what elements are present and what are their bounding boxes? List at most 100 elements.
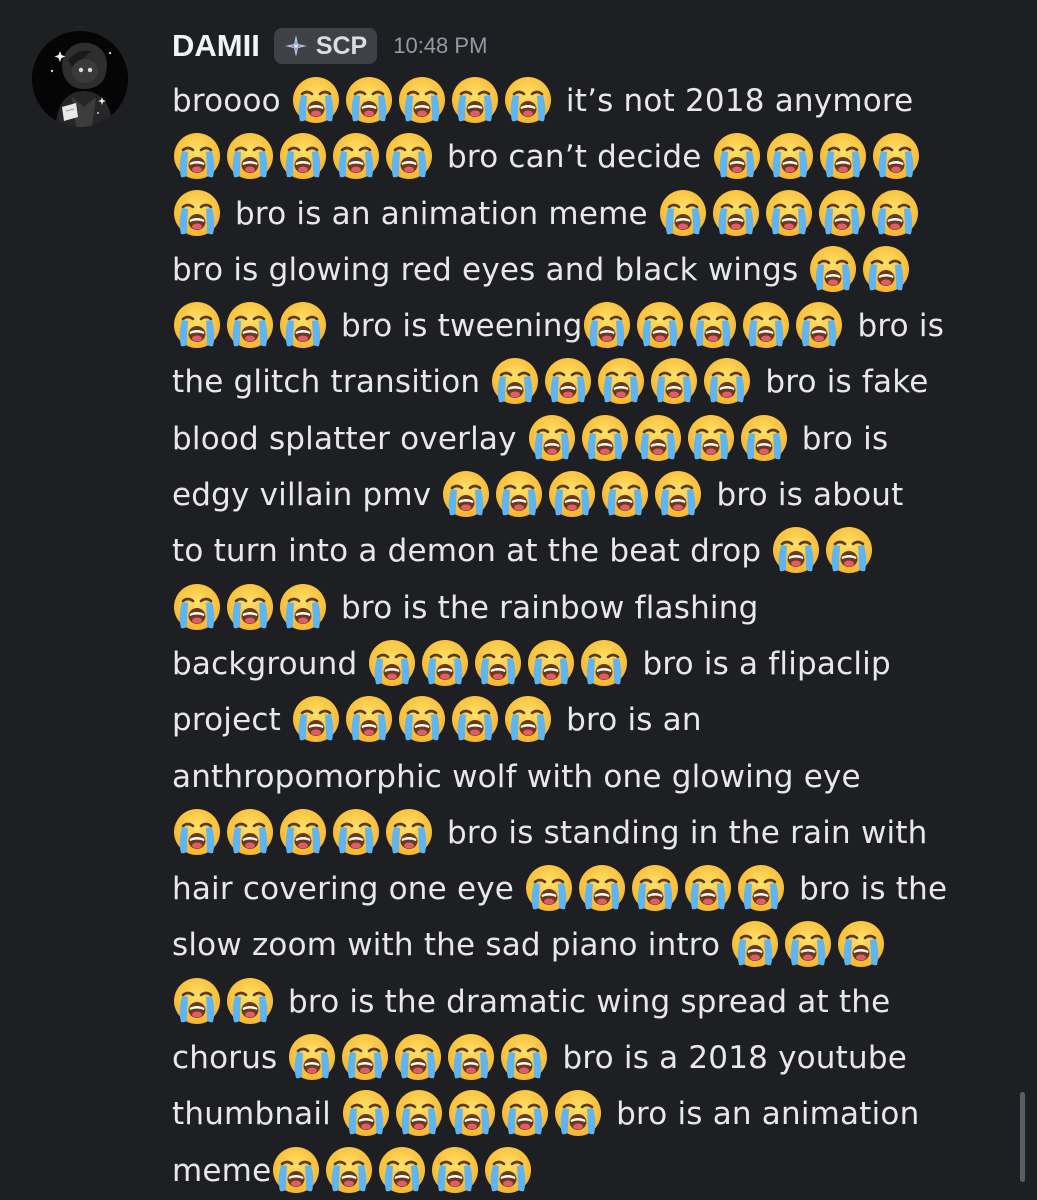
loudly-crying-face-icon[interactable] [225, 582, 275, 632]
loudly-crying-face-icon[interactable] [739, 413, 789, 463]
loudly-crying-face-icon[interactable] [287, 1032, 337, 1082]
loudly-crying-face-icon[interactable] [794, 300, 844, 350]
loudly-crying-face-icon[interactable] [344, 694, 394, 744]
loudly-crying-face-icon[interactable] [870, 188, 920, 238]
message-text: bro is [791, 420, 889, 457]
loudly-crying-face-icon[interactable] [394, 1088, 444, 1138]
loudly-crying-face-icon[interactable] [393, 1032, 443, 1082]
loudly-crying-face-icon[interactable] [225, 807, 275, 857]
loudly-crying-face-icon[interactable] [291, 75, 341, 125]
loudly-crying-face-icon[interactable] [172, 582, 222, 632]
username[interactable]: DAMII [172, 28, 260, 64]
loudly-crying-face-icon[interactable] [526, 638, 576, 688]
loudly-crying-face-icon[interactable] [702, 356, 752, 406]
diamond-sparkle-icon [284, 35, 307, 57]
loudly-crying-face-icon[interactable] [397, 75, 447, 125]
loudly-crying-face-icon[interactable] [367, 638, 417, 688]
loudly-crying-face-icon[interactable] [818, 131, 868, 181]
loudly-crying-face-icon[interactable] [712, 131, 762, 181]
loudly-crying-face-icon[interactable] [172, 188, 222, 238]
loudly-crying-face-icon[interactable] [861, 244, 911, 294]
loudly-crying-face-icon[interactable] [553, 1088, 603, 1138]
loudly-crying-face-icon[interactable] [824, 525, 874, 575]
loudly-crying-face-icon[interactable] [658, 188, 708, 238]
loudly-crying-face-icon[interactable] [688, 300, 738, 350]
loudly-crying-face-icon[interactable] [633, 413, 683, 463]
loudly-crying-face-icon[interactable] [711, 188, 761, 238]
loudly-crying-face-icon[interactable] [630, 863, 680, 913]
loudly-crying-face-icon[interactable] [172, 807, 222, 857]
loudly-crying-face-icon[interactable] [450, 75, 500, 125]
loudly-crying-face-icon[interactable] [600, 469, 650, 519]
loudly-crying-face-icon[interactable] [783, 919, 833, 969]
loudly-crying-face-icon[interactable] [817, 188, 867, 238]
loudly-crying-face-icon[interactable] [547, 469, 597, 519]
loudly-crying-face-icon[interactable] [344, 75, 394, 125]
loudly-crying-face-icon[interactable] [271, 1145, 321, 1195]
loudly-crying-face-icon[interactable] [765, 131, 815, 181]
loudly-crying-face-icon[interactable] [278, 582, 328, 632]
loudly-crying-face-icon[interactable] [447, 1088, 497, 1138]
loudly-crying-face-icon[interactable] [225, 131, 275, 181]
loudly-crying-face-icon[interactable] [741, 300, 791, 350]
avatar[interactable] [32, 31, 128, 127]
loudly-crying-face-icon[interactable] [172, 300, 222, 350]
message-line: bro can’t decide [172, 129, 1017, 185]
loudly-crying-face-icon[interactable] [331, 131, 381, 181]
loudly-crying-face-icon[interactable] [324, 1145, 374, 1195]
loudly-crying-face-icon[interactable] [278, 807, 328, 857]
loudly-crying-face-icon[interactable] [331, 807, 381, 857]
loudly-crying-face-icon[interactable] [225, 300, 275, 350]
loudly-crying-face-icon[interactable] [503, 694, 553, 744]
loudly-crying-face-icon[interactable] [580, 413, 630, 463]
loudly-crying-face-icon[interactable] [653, 469, 703, 519]
timestamp[interactable]: 10:48 PM [393, 33, 487, 59]
loudly-crying-face-icon[interactable] [172, 976, 222, 1026]
loudly-crying-face-icon[interactable] [225, 976, 275, 1026]
loudly-crying-face-icon[interactable] [278, 300, 328, 350]
loudly-crying-face-icon[interactable] [397, 694, 447, 744]
loudly-crying-face-icon[interactable] [524, 863, 574, 913]
loudly-crying-face-icon[interactable] [649, 356, 699, 406]
loudly-crying-face-icon[interactable] [582, 300, 632, 350]
loudly-crying-face-icon[interactable] [278, 131, 328, 181]
loudly-crying-face-icon[interactable] [420, 638, 470, 688]
loudly-crying-face-icon[interactable] [771, 525, 821, 575]
scrollbar-thumb[interactable] [1020, 1092, 1025, 1182]
loudly-crying-face-icon[interactable] [686, 413, 736, 463]
loudly-crying-face-icon[interactable] [635, 300, 685, 350]
loudly-crying-face-icon[interactable] [384, 131, 434, 181]
loudly-crying-face-icon[interactable] [172, 131, 222, 181]
loudly-crying-face-icon[interactable] [499, 1032, 549, 1082]
loudly-crying-face-icon[interactable] [430, 1145, 480, 1195]
server-tag[interactable]: SCP [273, 28, 378, 64]
loudly-crying-face-icon[interactable] [483, 1145, 533, 1195]
loudly-crying-face-icon[interactable] [736, 863, 786, 913]
loudly-crying-face-icon[interactable] [596, 356, 646, 406]
loudly-crying-face-icon[interactable] [543, 356, 593, 406]
loudly-crying-face-icon[interactable] [764, 188, 814, 238]
loudly-crying-face-icon[interactable] [871, 131, 921, 181]
loudly-crying-face-icon[interactable] [500, 1088, 550, 1138]
loudly-crying-face-icon[interactable] [490, 356, 540, 406]
loudly-crying-face-icon[interactable] [808, 244, 858, 294]
loudly-crying-face-icon[interactable] [579, 638, 629, 688]
loudly-crying-face-icon[interactable] [577, 863, 627, 913]
loudly-crying-face-icon[interactable] [836, 919, 886, 969]
message-text: anthropomorphic wolf with one glowing ey… [172, 758, 861, 795]
loudly-crying-face-icon[interactable] [503, 75, 553, 125]
loudly-crying-face-icon[interactable] [384, 807, 434, 857]
loudly-crying-face-icon[interactable] [527, 413, 577, 463]
loudly-crying-face-icon[interactable] [450, 694, 500, 744]
loudly-crying-face-icon[interactable] [446, 1032, 496, 1082]
loudly-crying-face-icon[interactable] [730, 919, 780, 969]
loudly-crying-face-icon[interactable] [341, 1088, 391, 1138]
loudly-crying-face-icon[interactable] [441, 469, 491, 519]
loudly-crying-face-icon[interactable] [494, 469, 544, 519]
loudly-crying-face-icon[interactable] [683, 863, 733, 913]
loudly-crying-face-icon[interactable] [340, 1032, 390, 1082]
loudly-crying-face-icon[interactable] [291, 694, 341, 744]
message-line: chorus bro is a 2018 youtube [172, 1030, 1017, 1086]
loudly-crying-face-icon[interactable] [473, 638, 523, 688]
loudly-crying-face-icon[interactable] [377, 1145, 427, 1195]
